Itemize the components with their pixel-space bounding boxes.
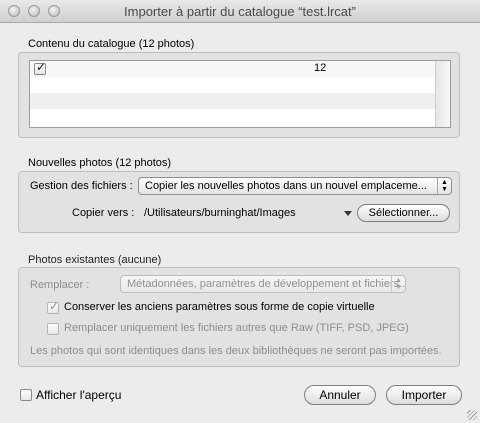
identical-photos-note: Les photos qui sont identiques dans les …: [30, 345, 442, 357]
checkmark-icon: ✓: [49, 299, 60, 313]
list-item[interactable]: ✓ 12: [30, 61, 437, 77]
new-photos-heading: Nouvelles photos (12 photos): [28, 157, 172, 169]
copy-to-path: /Utilisateurs/burninghat/Images: [144, 207, 296, 219]
folder-checkbox[interactable]: ✓: [34, 60, 47, 75]
file-handling-popup[interactable]: Copier les nouvelles photos dans un nouv…: [138, 177, 452, 195]
replace-label: Remplacer :: [30, 279, 90, 291]
replace-non-raw-label: Remplacer uniquement les fichiers autres…: [64, 322, 409, 334]
list-scrollbar[interactable]: [435, 61, 450, 127]
import-catalog-dialog: Importer à partir du catalogue “test.lrc…: [0, 0, 480, 423]
popup-arrows-icon: ▲ ▼: [437, 178, 451, 194]
keep-old-settings-label: Conserver les anciens paramètres sous fo…: [64, 301, 375, 313]
select-folder-button[interactable]: Sélectionner...: [357, 204, 450, 222]
list-item: [30, 77, 437, 93]
replace-value: Métadonnées, paramètres de développement…: [127, 278, 406, 290]
existing-photos-heading: Photos existantes (aucune): [28, 254, 162, 266]
file-handling-label: Gestion des fichiers :: [30, 180, 133, 192]
folder-photo-count: 12: [314, 62, 327, 74]
replace-non-raw-checkbox[interactable]: [47, 323, 59, 335]
keep-old-settings-checkbox[interactable]: ✓: [47, 299, 60, 314]
show-preview-label: Afficher l'aperçu: [36, 388, 122, 402]
title-bar: Importer à partir du catalogue “test.lrc…: [0, 0, 480, 23]
replace-popup[interactable]: Métadonnées, paramètres de développement…: [120, 275, 406, 293]
catalog-folder-list[interactable]: ✓ 12: [29, 60, 451, 128]
copy-to-label: Copier vers :: [72, 207, 135, 219]
list-item: [30, 93, 437, 109]
show-preview-checkbox[interactable]: [20, 389, 32, 401]
recent-destinations-arrow-icon[interactable]: [344, 211, 352, 216]
checkmark-icon: ✓: [36, 60, 47, 74]
popup-arrows-icon: ▲ ▼: [391, 276, 405, 292]
cancel-button[interactable]: Annuler: [304, 385, 376, 405]
resize-grip-icon[interactable]: [467, 410, 477, 420]
catalog-contents-heading: Contenu du catalogue (12 photos): [28, 38, 195, 50]
import-button[interactable]: Importer: [386, 385, 462, 405]
file-handling-value: Copier les nouvelles photos dans un nouv…: [145, 180, 427, 192]
window-title: Importer à partir du catalogue “test.lrc…: [124, 4, 356, 19]
list-item: [30, 109, 437, 125]
